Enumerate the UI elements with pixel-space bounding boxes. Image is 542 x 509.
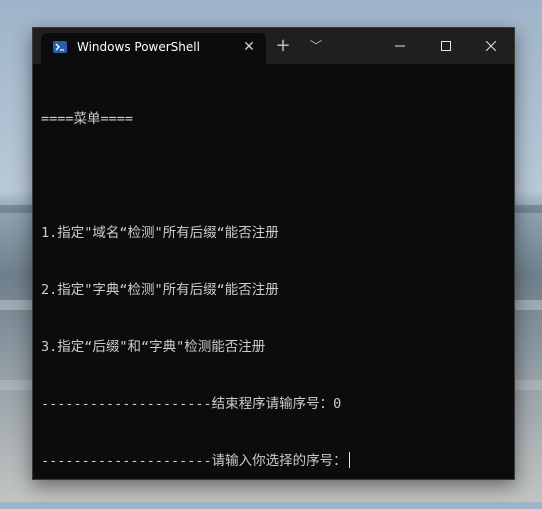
console-line: 2.指定"字典“检测"所有后缀“能否注册 <box>41 282 279 298</box>
title-bar[interactable]: Windows PowerShell ✕ + ﹀ <box>33 28 514 64</box>
tab-powershell[interactable]: Windows PowerShell ✕ <box>41 33 266 64</box>
maximize-button[interactable] <box>423 28 469 64</box>
tab-title: Windows PowerShell <box>77 40 200 54</box>
console-line: ====菜单==== <box>41 111 134 127</box>
console-line: 3.指定“后缀"和“字典"检测能否注册 <box>41 339 266 355</box>
new-tab-button[interactable]: + <box>274 37 292 55</box>
console-prompt: ---------------------请输入你选择的序号： <box>41 453 347 469</box>
powershell-icon <box>53 41 67 53</box>
terminal-window: Windows PowerShell ✕ + ﹀ ====菜单==== 1.指定… <box>32 27 515 480</box>
console-output[interactable]: ====菜单==== 1.指定"域名“检测"所有后缀“能否注册 2.指定"字典“… <box>41 72 506 471</box>
text-cursor <box>348 452 350 468</box>
minimize-icon <box>395 45 405 47</box>
close-tab-icon[interactable]: ✕ <box>242 40 256 54</box>
chevron-down-icon[interactable]: ﹀ <box>307 37 325 55</box>
close-window-button[interactable] <box>468 28 514 64</box>
minimize-button[interactable] <box>377 28 423 64</box>
console-line: 1.指定"域名“检测"所有后缀“能否注册 <box>41 225 279 241</box>
console-line: ---------------------结束程序请输序号：0 <box>41 396 342 412</box>
maximize-icon <box>441 41 451 51</box>
close-icon <box>486 41 496 51</box>
console-prompt-line[interactable]: ---------------------请输入你选择的序号： <box>41 452 506 471</box>
